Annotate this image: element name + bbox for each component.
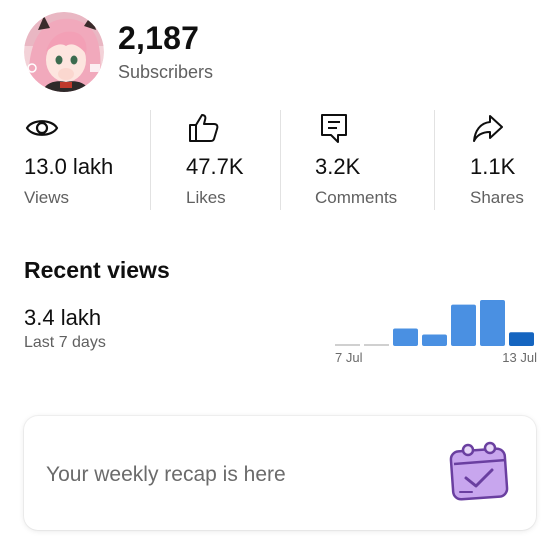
- stat-shares[interactable]: 1.1K Shares: [470, 108, 550, 212]
- recap-text: Your weekly recap is here: [46, 463, 286, 486]
- views-value: 13.0 lakh: [24, 154, 114, 179]
- chart-bar-12-jul: [480, 300, 505, 346]
- likes-label: Likes: [186, 188, 226, 207]
- avatar[interactable]: [24, 12, 104, 92]
- shares-value: 1.1K: [470, 154, 516, 179]
- likes-value: 47.7K: [186, 154, 244, 179]
- x-tick-label: 7 Jul: [335, 350, 363, 365]
- share-icon: [473, 115, 503, 142]
- recent-views-title: Recent views: [24, 257, 170, 283]
- channel-analytics-screen: 2,187 Subscribers 13.0 lakh Views 47.7K …: [0, 0, 560, 560]
- bar-chart: 7 Jul 13 Jul: [335, 300, 537, 365]
- stat-likes[interactable]: 47.7K Likes: [186, 108, 276, 212]
- recent-views-value: 3.4 lakh: [24, 305, 102, 330]
- divider: [434, 110, 435, 210]
- thumbs-up-icon: [189, 114, 219, 142]
- subscriber-block: 2,187 Subscribers: [118, 20, 213, 82]
- weekly-recap-card[interactable]: Your weekly recap is here: [24, 416, 536, 530]
- stats-row: 13.0 lakh Views 47.7K Likes 3.2K Comment…: [0, 108, 560, 212]
- comments-label: Comments: [315, 188, 398, 207]
- comments-value: 3.2K: [315, 154, 361, 179]
- stat-views[interactable]: 13.0 lakh Views: [24, 108, 144, 212]
- calendar-check-icon: [449, 441, 509, 501]
- comment-icon: [321, 114, 347, 143]
- chart-bar-11-jul: [451, 304, 476, 346]
- shares-label: Shares: [470, 188, 524, 207]
- stat-comments[interactable]: 3.2K Comments: [315, 108, 425, 212]
- chart-bar-13-jul: [509, 332, 534, 346]
- subscriber-label: Subscribers: [118, 62, 214, 82]
- x-tick-label: 13 Jul: [502, 350, 537, 365]
- recent-views-chart[interactable]: 7 Jul 13 Jul: [333, 296, 539, 368]
- avatar-image: [24, 12, 104, 92]
- chart-bar-9-jul: [393, 328, 418, 346]
- recent-views-period: Last 7 days: [24, 334, 106, 351]
- divider: [150, 110, 151, 210]
- chart-bar-8-jul: [364, 344, 389, 346]
- divider: [280, 110, 281, 210]
- subscriber-count: 2,187: [118, 20, 200, 56]
- views-label: Views: [24, 188, 70, 207]
- channel-header: 2,187 Subscribers: [24, 12, 213, 92]
- chart-bar-7-jul: [335, 344, 360, 346]
- chart-bar-10-jul: [422, 334, 447, 346]
- eye-icon: [25, 120, 59, 136]
